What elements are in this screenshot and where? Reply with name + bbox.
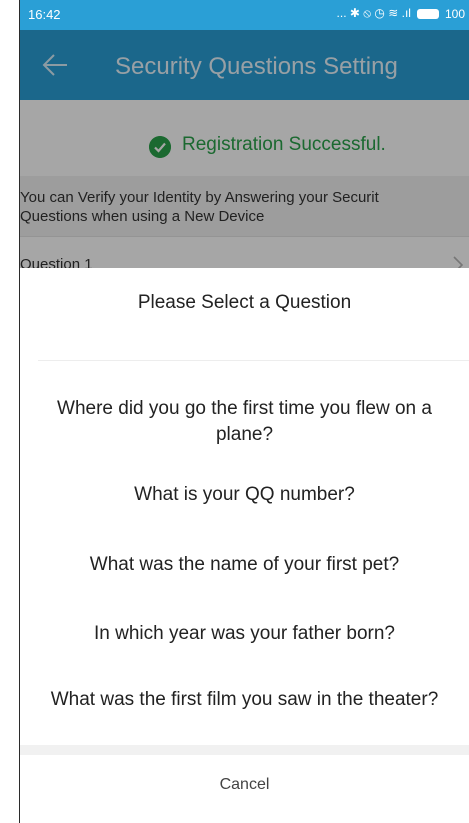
battery-level: 100 bbox=[444, 6, 465, 21]
question-option-qq-number[interactable]: What is your QQ number? bbox=[20, 482, 469, 508]
status-time: 16:42 bbox=[28, 7, 61, 22]
option-label-line-2: plane? bbox=[215, 424, 274, 445]
question-option-first-pet[interactable]: What was the name of your first pet? bbox=[20, 552, 469, 578]
question-select-sheet: Please Select a Question Where did you g… bbox=[20, 268, 469, 823]
option-label: What was the first film you saw in the t… bbox=[50, 689, 439, 710]
modal-scrim[interactable] bbox=[20, 30, 469, 268]
option-label: What is your QQ number? bbox=[134, 484, 355, 505]
device-frame-edge bbox=[0, 0, 20, 823]
cancel-button[interactable]: Cancel bbox=[20, 755, 469, 823]
question-option-first-film[interactable]: What was the first film you saw in the t… bbox=[20, 687, 469, 713]
status-icons: ... ✱ ⦸ ◷ ≋ .ıl 100 bbox=[337, 6, 465, 21]
status-bar: 16:42 ... ✱ ⦸ ◷ ≋ .ıl 100 bbox=[20, 0, 469, 30]
question-option-father-birth-year[interactable]: In which year was your father born? bbox=[20, 621, 469, 647]
status-indicator-icons: ... ✱ ⦸ ◷ ≋ .ıl bbox=[336, 6, 411, 20]
option-label-line-1: Where did you go the first time you flew… bbox=[57, 398, 432, 419]
option-label: In which year was your father born? bbox=[94, 623, 395, 644]
sheet-title: Please Select a Question bbox=[137, 292, 352, 313]
divider bbox=[38, 360, 469, 361]
option-label: What was the name of your first pet? bbox=[89, 554, 400, 575]
question-option-plane[interactable]: Where did you go the first time you flew… bbox=[20, 396, 469, 448]
phone-screen: 16:42 ... ✱ ⦸ ◷ ≋ .ıl 100 Security Quest… bbox=[0, 0, 469, 823]
battery-icon bbox=[416, 8, 439, 19]
sheet-separator bbox=[20, 745, 469, 755]
